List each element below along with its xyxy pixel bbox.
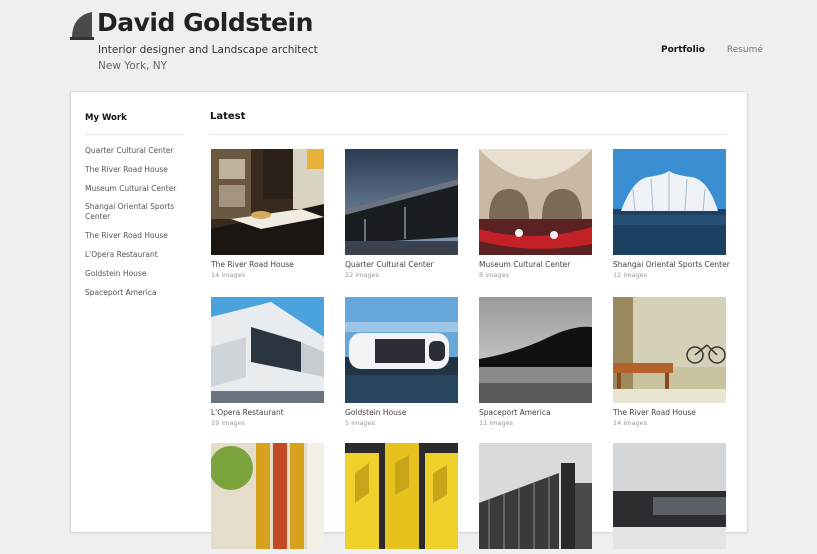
location: New York, NY	[98, 60, 168, 72]
project-title[interactable]: Shangai Oriental Sports Center	[613, 260, 730, 269]
project-card[interactable]: The River Road House 14 images	[613, 297, 726, 427]
project-image-count: 12 images	[613, 271, 647, 279]
project-card[interactable]: L'Opera Restaurant 19 images	[211, 297, 324, 427]
project-thumbnail[interactable]	[345, 149, 458, 255]
sidebar-item-river-road-house-2[interactable]: The River Road House	[85, 231, 185, 241]
sidebar-item-museum-cultural-center[interactable]: Museum Cultural Center	[85, 184, 185, 194]
project-card[interactable]: Spaceport America 11 images	[479, 297, 592, 427]
project-title[interactable]: The River Road House	[613, 408, 726, 417]
sidebar-divider	[85, 134, 184, 135]
project-thumbnail[interactable]	[613, 149, 726, 255]
project-card[interactable]	[613, 443, 726, 554]
project-image-count: 8 images	[479, 271, 509, 279]
project-thumbnail[interactable]	[345, 443, 458, 549]
project-title[interactable]: The River Road House	[211, 260, 324, 269]
project-card[interactable]	[211, 443, 324, 554]
project-thumbnail[interactable]	[211, 297, 324, 403]
sidebar-item-river-road-house[interactable]: The River Road House	[85, 165, 185, 175]
project-title[interactable]: Spaceport America	[479, 408, 592, 417]
project-title[interactable]: Goldstein House	[345, 408, 458, 417]
project-image-count: 14 images	[613, 419, 647, 427]
project-title[interactable]: Museum Cultural Center	[479, 260, 592, 269]
project-image-count: 14 images	[211, 271, 245, 279]
main-divider	[210, 134, 726, 135]
project-card[interactable]	[479, 443, 592, 554]
nav-resume-link[interactable]: Resumé	[727, 45, 763, 55]
logo-icon[interactable]	[70, 10, 94, 40]
project-thumbnail[interactable]	[211, 443, 324, 549]
sidebar-heading: My Work	[85, 113, 127, 123]
project-image-count: 5 images	[345, 419, 375, 427]
project-image-count: 22 images	[345, 271, 379, 279]
project-thumbnail[interactable]	[613, 297, 726, 403]
project-title[interactable]: Quarter Cultural Center	[345, 260, 458, 269]
site-title[interactable]: David Goldstein	[97, 8, 313, 37]
project-card[interactable]: Museum Cultural Center 8 images	[479, 149, 592, 279]
top-navigation: Portfolio Resumé	[661, 45, 782, 55]
tagline: Interior designer and Landscape architec…	[98, 44, 318, 56]
project-card[interactable]: Shangai Oriental Sports Center 12 images	[613, 149, 730, 279]
main-heading: Latest	[210, 111, 246, 122]
project-card[interactable]: Goldstein House 5 images	[345, 297, 458, 427]
project-title[interactable]: L'Opera Restaurant	[211, 408, 324, 417]
project-image-count: 11 images	[479, 419, 513, 427]
content-card: My Work Quarter Cultural Center The Rive…	[70, 91, 748, 549]
project-thumbnail[interactable]	[479, 297, 592, 403]
project-card[interactable]	[345, 443, 458, 554]
project-card[interactable]: Quarter Cultural Center 22 images	[345, 149, 458, 279]
nav-portfolio-link[interactable]: Portfolio	[661, 45, 705, 55]
project-thumbnail[interactable]	[479, 443, 592, 549]
project-card[interactable]: The River Road House 14 images	[211, 149, 324, 279]
project-thumbnail[interactable]	[345, 297, 458, 403]
project-thumbnail[interactable]	[211, 149, 324, 255]
sidebar-item-shangai-sports-center[interactable]: Shangai Oriental Sports Center	[85, 202, 185, 222]
sidebar-item-quarter-cultural-center[interactable]: Quarter Cultural Center	[85, 146, 185, 156]
sidebar-item-lopera-restaurant[interactable]: L'Opera Restaurant	[85, 250, 185, 260]
project-image-count: 19 images	[211, 419, 245, 427]
project-thumbnail[interactable]	[479, 149, 592, 255]
sidebar-item-goldstein-house[interactable]: Goldstein House	[85, 269, 185, 279]
project-thumbnail[interactable]	[613, 443, 726, 549]
sidebar-item-spaceport-america[interactable]: Spaceport America	[85, 288, 185, 298]
sidebar-list: Quarter Cultural Center The River Road H…	[85, 146, 185, 306]
